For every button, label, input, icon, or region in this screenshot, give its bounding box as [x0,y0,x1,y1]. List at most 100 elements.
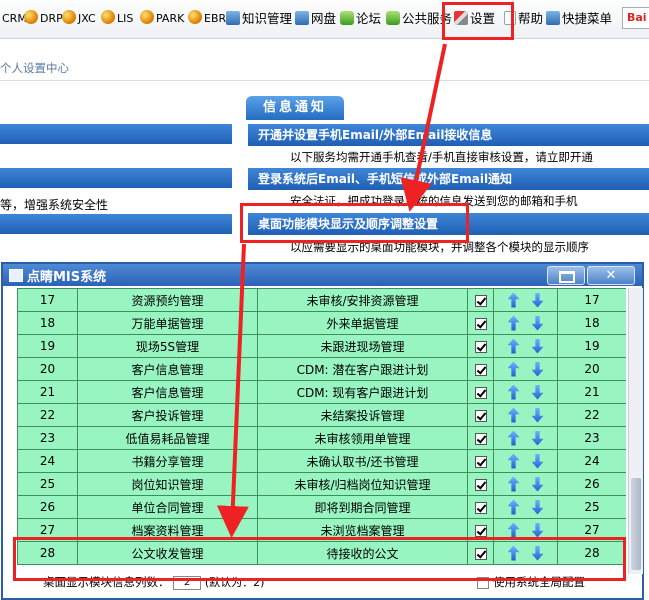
module-name: 资源预约管理 [77,288,258,312]
knowledge-label: 知识管理 [242,11,293,26]
visible-checkbox[interactable] [474,363,487,376]
row-number: 24 [17,449,78,473]
visible-cell [467,311,494,335]
visible-cell [467,334,494,358]
globe-icon [62,10,76,24]
move-cell [493,472,558,496]
move-up-arrow-icon[interactable] [507,315,520,331]
row-number: 26 [17,495,78,519]
toolbar-item-forum[interactable]: 论坛 [340,10,381,28]
move-down-arrow-icon[interactable] [531,292,544,308]
highlight-section-box [240,203,469,243]
toolbar-item-lis[interactable]: LIS [101,10,133,28]
move-cell [493,357,558,381]
module-name: 书籍分享管理 [77,449,258,473]
move-down-arrow-icon[interactable] [531,361,544,377]
move-up-arrow-icon[interactable] [507,476,520,492]
move-up-arrow-icon[interactable] [507,407,520,423]
park-label: PARK [156,12,185,25]
visible-checkbox[interactable] [474,432,487,445]
visible-checkbox[interactable] [474,478,487,491]
move-down-arrow-icon[interactable] [531,499,544,515]
move-up-arrow-icon[interactable] [507,499,520,515]
visible-cell [467,472,494,496]
table-row: 19 现场5S管理 未跟进现场管理 19 [17,334,626,358]
module-desc: 未结案投诉管理 [257,403,468,427]
move-down-arrow-icon[interactable] [531,453,544,469]
move-down-arrow-icon[interactable] [531,315,544,331]
scrollbar-thumb[interactable] [631,478,641,570]
left-section-text: 等，增强系统安全性 [0,198,109,212]
move-down-arrow-icon[interactable] [531,522,544,538]
move-up-arrow-icon[interactable] [507,430,520,446]
move-up-arrow-icon[interactable] [507,292,520,308]
toolbar-item-ebr[interactable]: EBR [188,10,226,28]
section-header-login-notify[interactable]: 登录系统后Email、手机短信或外部Email通知 [248,168,649,190]
section-header-email[interactable]: 开通并设置手机Email/外部Email接收信息 [248,124,649,146]
visible-checkbox[interactable] [474,340,487,353]
toolbar-item-knowledge[interactable]: 知识管理 [226,10,292,28]
lis-label: LIS [117,12,134,25]
move-down-arrow-icon[interactable] [531,338,544,354]
visible-checkbox[interactable] [474,455,487,468]
move-cell [493,426,558,450]
module-name: 客户投诉管理 [77,403,258,427]
visible-checkbox[interactable] [474,386,487,399]
order-number: 24 [557,449,626,473]
visible-checkbox[interactable] [474,501,487,514]
globe-icon [101,10,115,24]
move-down-arrow-icon[interactable] [531,407,544,423]
row-number: 22 [17,403,78,427]
globe-icon [24,10,38,24]
module-desc: CDM: 现有客户跟进计划 [257,380,468,404]
module-desc: 未跟进现场管理 [257,334,468,358]
restore-button[interactable] [547,266,585,285]
table-row: 26 单位合同管理 即将到期合同管理 25 [17,495,626,519]
visible-cell [467,380,494,404]
table-row: 17 资源预约管理 未审核/安排资源管理 17 [17,288,626,312]
left-section-bar [0,124,232,144]
scrollbar[interactable] [628,288,643,574]
left-section-bar [0,214,232,234]
module-name: 岗位知识管理 [77,472,258,496]
move-up-arrow-icon[interactable] [507,522,520,538]
visible-checkbox[interactable] [474,317,487,330]
module-desc: 外来单据管理 [257,311,468,335]
visible-checkbox[interactable] [474,294,487,307]
row-number: 25 [17,472,78,496]
visible-cell [467,357,494,381]
toolbar-item-disk[interactable]: 网盘 [295,10,336,28]
move-up-arrow-icon[interactable] [507,453,520,469]
info-notice-tab[interactable]: 信息通知 [246,96,344,120]
module-table-container: 17 资源预约管理 未审核/安排资源管理 17 18 万能单据管理 外来单据管理 18 19 现场… [17,288,626,574]
table-row: 22 客户投诉管理 未结案投诉管理 22 [17,403,626,427]
move-down-arrow-icon[interactable] [531,384,544,400]
toolbar-item-park[interactable]: PARK [140,10,184,28]
move-cell [493,449,558,473]
row-number: 18 [17,311,78,335]
order-number: 20 [557,357,626,381]
visible-checkbox[interactable] [474,409,487,422]
section-desc-email: 以下服务均需开通手机查看/手机直接审核设置，请立即开通 [290,150,593,164]
order-number: 23 [557,426,626,450]
drp-label: DRP [40,12,63,25]
visible-cell [467,403,494,427]
move-cell [493,311,558,335]
move-up-arrow-icon[interactable] [507,338,520,354]
move-down-arrow-icon[interactable] [531,476,544,492]
jxc-label: JXC [78,12,96,25]
close-button[interactable]: ✕ [587,266,635,285]
toolbar-item-shortcut[interactable]: 快捷菜单 [546,10,612,28]
dialog-titlebar[interactable]: 点睛MIS系统 ✕ [3,264,642,286]
module-name: 万能单据管理 [77,311,258,335]
move-cell [493,403,558,427]
move-up-arrow-icon[interactable] [507,384,520,400]
move-up-arrow-icon[interactable] [507,361,520,377]
order-number: 18 [557,311,626,335]
toolbar-item-drp[interactable]: DRP [24,10,63,28]
shortcut-label: 快捷菜单 [562,11,613,26]
toolbar-item-jxc[interactable]: JXC [62,10,96,28]
search-box[interactable]: Bai [622,7,649,29]
move-down-arrow-icon[interactable] [531,430,544,446]
visible-checkbox[interactable] [474,524,487,537]
